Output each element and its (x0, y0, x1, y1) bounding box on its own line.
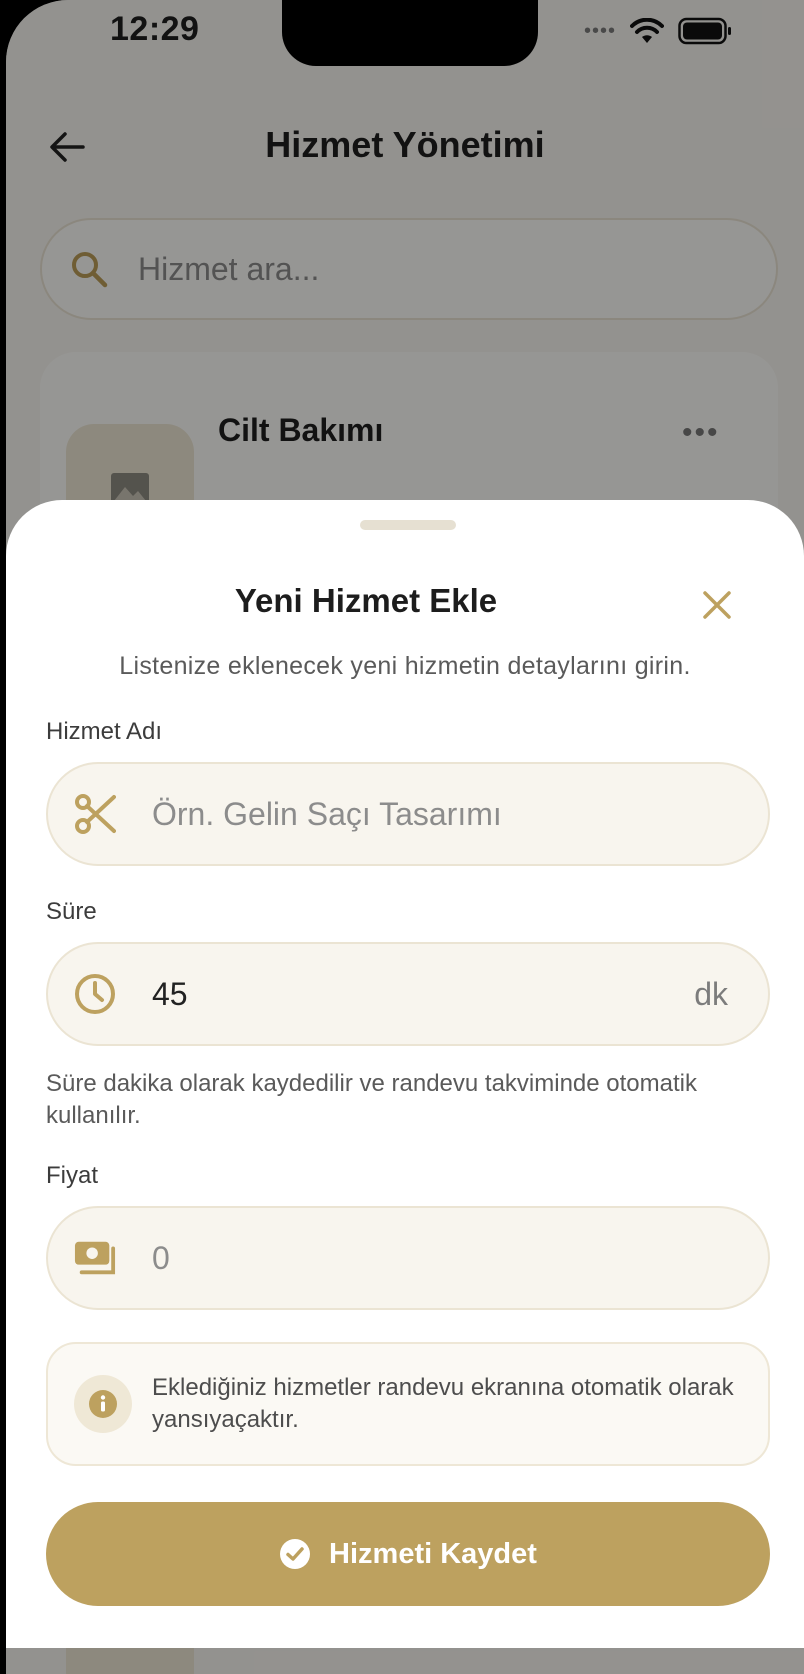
sheet-subtitle: Listenize eklenecek yeni hizmetin detayl… (119, 652, 691, 680)
duration-label: Süre (46, 898, 97, 925)
scissors-icon (74, 793, 116, 835)
save-button-label: Hizmeti Kaydet (329, 1537, 537, 1570)
price-label: Fiyat (46, 1162, 99, 1189)
service-name-input[interactable]: Örn. Gelin Saçı Tasarımı (152, 796, 502, 833)
duration-input[interactable]: 45 (152, 976, 188, 1013)
duration-unit: dk (694, 975, 728, 1012)
info-icon (74, 1375, 132, 1433)
price-input[interactable]: 0 (152, 1240, 170, 1277)
close-icon (703, 591, 731, 619)
info-text: Eklediğiniz hizmetler randevu ekranına o… (152, 1374, 734, 1433)
service-name-label: Hizmet Adı (46, 718, 163, 745)
duration-field[interactable]: 45 dk (46, 942, 770, 1046)
info-box: Eklediğiniz hizmetler randevu ekranına o… (46, 1342, 770, 1466)
sheet-title: Yeni Hizmet Ekle (234, 582, 498, 619)
cash-icon (74, 1237, 116, 1279)
duration-hint: Süre dakika olarak kaydedilir ve randevu… (46, 1070, 697, 1129)
sheet-grabber[interactable] (360, 520, 456, 530)
add-service-sheet: Yeni Hizmet Ekle Listenize eklenecek yen… (6, 500, 804, 1648)
service-name-field[interactable]: Örn. Gelin Saçı Tasarımı (46, 762, 770, 866)
check-circle-icon (280, 1539, 311, 1569)
close-button[interactable] (696, 584, 738, 626)
app-screen: 12:29 •••• Hizmet Yönetimi Cilt Bakımı •… (6, 0, 804, 1674)
price-field[interactable]: 0 (46, 1206, 770, 1310)
clock-icon (74, 973, 116, 1015)
save-service-button[interactable]: Hizmeti Kaydet (46, 1502, 770, 1606)
